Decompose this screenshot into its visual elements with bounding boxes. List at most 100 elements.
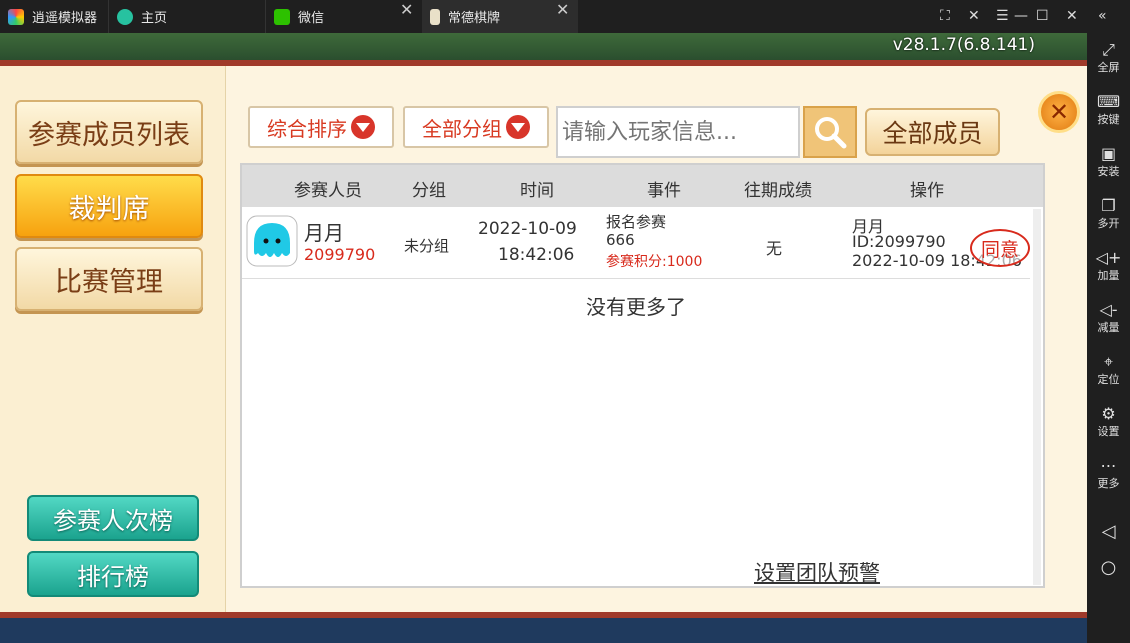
close-tab-icon[interactable]: ✕ [556, 0, 569, 19]
participant-name: 月月 [304, 221, 344, 245]
collapse-icon[interactable]: « [1098, 8, 1107, 24]
header-time: 时间 [520, 181, 554, 201]
close-icon[interactable]: ✕ [968, 8, 980, 24]
event-score: 参赛积分:1000 [606, 254, 703, 270]
tab-wechat-label: 微信 [298, 11, 325, 26]
close-tab-icon[interactable]: ✕ [400, 0, 413, 19]
tab-wechat[interactable]: 微信 ✕ [265, 0, 420, 33]
sidebar-label: 加量 [1097, 269, 1120, 282]
sidebar-settings[interactable]: ⚙ 设置 [1087, 405, 1130, 439]
nav-referee-button[interactable]: 裁判席 [15, 174, 203, 238]
back-triangle-icon: ◁ [1101, 521, 1116, 542]
emulator-sidebar: ⤢ 全屏 ⌨ 按键 ▣ 安装 ❐ 多开 ◁+ 加量 ◁- 减量 ⌖ 定位 ⚙ 设置 ⋯ 更多 ◁ … [1087, 33, 1130, 643]
nav-match-manage-button[interactable]: 比赛管理 [15, 247, 203, 311]
volume-up-icon: ◁+ [1095, 248, 1122, 267]
version-label: v28.1.7(6.8.141) [892, 35, 1035, 55]
tab-home[interactable]: 主页 [108, 0, 263, 33]
location-icon: ⌖ [1103, 352, 1113, 371]
android-home-button[interactable]: ○ [1087, 557, 1130, 578]
header-action: 操作 [910, 181, 944, 201]
participant-id: 2099790 [304, 245, 376, 264]
member-table: 参赛人员 分组 时间 事件 往期成绩 操作 月月 2099790 未分组 202… [240, 163, 1045, 588]
menu-icon[interactable]: ☰ [996, 8, 1009, 24]
search-input[interactable] [556, 106, 800, 158]
sidebar-volume-up[interactable]: ◁+ 加量 [1087, 249, 1130, 283]
header-participant: 参赛人员 [294, 181, 362, 201]
chevron-down-icon [351, 115, 375, 139]
event-detail: 666 [606, 231, 635, 249]
app-name: 逍遥模拟器 [32, 11, 98, 26]
home-circle-icon: ○ [1100, 557, 1117, 578]
no-more-text: 没有更多了 [586, 295, 686, 319]
group-dropdown[interactable]: 全部分组 [403, 106, 549, 148]
close-icon: ✕ [1048, 98, 1070, 126]
emulator-titlebar: 逍遥模拟器 主页 微信 ✕ 常德棋牌 ✕ ⛶ ✕ ☰ — ☐ ✕ « [0, 0, 1130, 33]
app-title: 逍遥模拟器 [0, 0, 105, 33]
agree-button[interactable]: 同意 [970, 229, 1030, 267]
game-bottom-bar [0, 618, 1087, 643]
event-date: 2022-10-09 [478, 219, 577, 239]
search-button[interactable] [803, 106, 857, 158]
sort-label: 综合排序 [267, 116, 347, 141]
sidebar-more[interactable]: ⋯ 更多 [1087, 457, 1130, 491]
referee-panel: 参赛成员列表 裁判席 比赛管理 参赛人次榜 排行榜 综合排序 全部分组 全部成员… [0, 60, 1087, 618]
keyboard-icon: ⌨ [1096, 92, 1121, 111]
wechat-icon [274, 8, 290, 25]
gear-icon: ⚙ [1101, 404, 1116, 423]
sidebar-label: 定位 [1097, 373, 1120, 386]
maximize-icon[interactable]: ☐ [1036, 8, 1049, 24]
participant-group: 未分组 [404, 237, 450, 255]
header-history: 往期成绩 [744, 181, 812, 201]
header-event: 事件 [647, 181, 681, 201]
android-back-button[interactable]: ◁ [1087, 521, 1130, 542]
game-viewport: v28.1.7(6.8.141) 参赛成员列表 裁判席 比赛管理 参赛人次榜 排… [0, 33, 1087, 643]
event-type: 报名参赛 [606, 213, 667, 231]
header-group: 分组 [412, 181, 446, 201]
restore-icon[interactable]: ⛶ [940, 8, 950, 24]
sidebar-location[interactable]: ⌖ 定位 [1087, 353, 1130, 387]
tab-home-label: 主页 [141, 11, 168, 26]
more-icon: ⋯ [1100, 456, 1117, 475]
team-warning-link[interactable]: 设置团队预警 [754, 557, 880, 587]
chevron-down-icon [506, 115, 530, 139]
volume-down-icon: ◁- [1099, 300, 1118, 319]
event-time: 18:42:06 [498, 245, 575, 265]
sidebar-label: 全屏 [1097, 61, 1120, 74]
leaderboard-button[interactable]: 排行榜 [27, 551, 199, 597]
tab-game-label: 常德棋牌 [448, 11, 501, 26]
minimize-icon[interactable]: — [1014, 8, 1028, 24]
search-icon [815, 117, 847, 149]
sidebar-label: 多开 [1097, 217, 1120, 230]
sidebar-label: 按键 [1097, 113, 1120, 126]
sort-dropdown[interactable]: 综合排序 [248, 106, 394, 148]
sidebar-label: 减量 [1097, 321, 1120, 334]
home-icon [117, 8, 133, 25]
table-row: 月月 2099790 未分组 2022-10-09 18:42:06 报名参赛 … [242, 207, 1030, 279]
sidebar-label: 设置 [1097, 425, 1120, 438]
left-nav: 参赛成员列表 裁判席 比赛管理 参赛人次榜 排行榜 [0, 66, 226, 612]
participation-rank-button[interactable]: 参赛人次榜 [27, 495, 199, 541]
game-icon [430, 8, 440, 25]
all-members-button[interactable]: 全部成员 [865, 108, 1000, 156]
group-label: 全部分组 [422, 116, 502, 141]
multi-instance-icon: ❐ [1101, 196, 1116, 215]
close-panel-button[interactable]: ✕ [1038, 91, 1080, 133]
sidebar-label: 安装 [1097, 165, 1120, 178]
close-icon[interactable]: ✕ [1066, 8, 1078, 24]
scrollbar[interactable] [1033, 209, 1041, 585]
sidebar-volume-down[interactable]: ◁- 减量 [1087, 301, 1130, 335]
sidebar-fullscreen[interactable]: ⤢ 全屏 [1087, 41, 1130, 75]
operator-id: ID:2099790 [852, 232, 946, 251]
avatar [246, 215, 298, 267]
history-result: 无 [766, 239, 783, 258]
sidebar-install[interactable]: ▣ 安装 [1087, 145, 1130, 179]
tab-game[interactable]: 常德棋牌 ✕ [422, 0, 578, 33]
emulator-logo-icon [8, 8, 24, 25]
table-header: 参赛人员 分组 时间 事件 往期成绩 操作 [242, 165, 1043, 207]
apk-icon: ▣ [1100, 144, 1117, 163]
sidebar-multi[interactable]: ❐ 多开 [1087, 197, 1130, 231]
sidebar-label: 更多 [1097, 477, 1120, 490]
sidebar-keyboard[interactable]: ⌨ 按键 [1087, 93, 1130, 127]
fullscreen-icon: ⤢ [1102, 40, 1115, 59]
nav-member-list-button[interactable]: 参赛成员列表 [15, 100, 203, 164]
